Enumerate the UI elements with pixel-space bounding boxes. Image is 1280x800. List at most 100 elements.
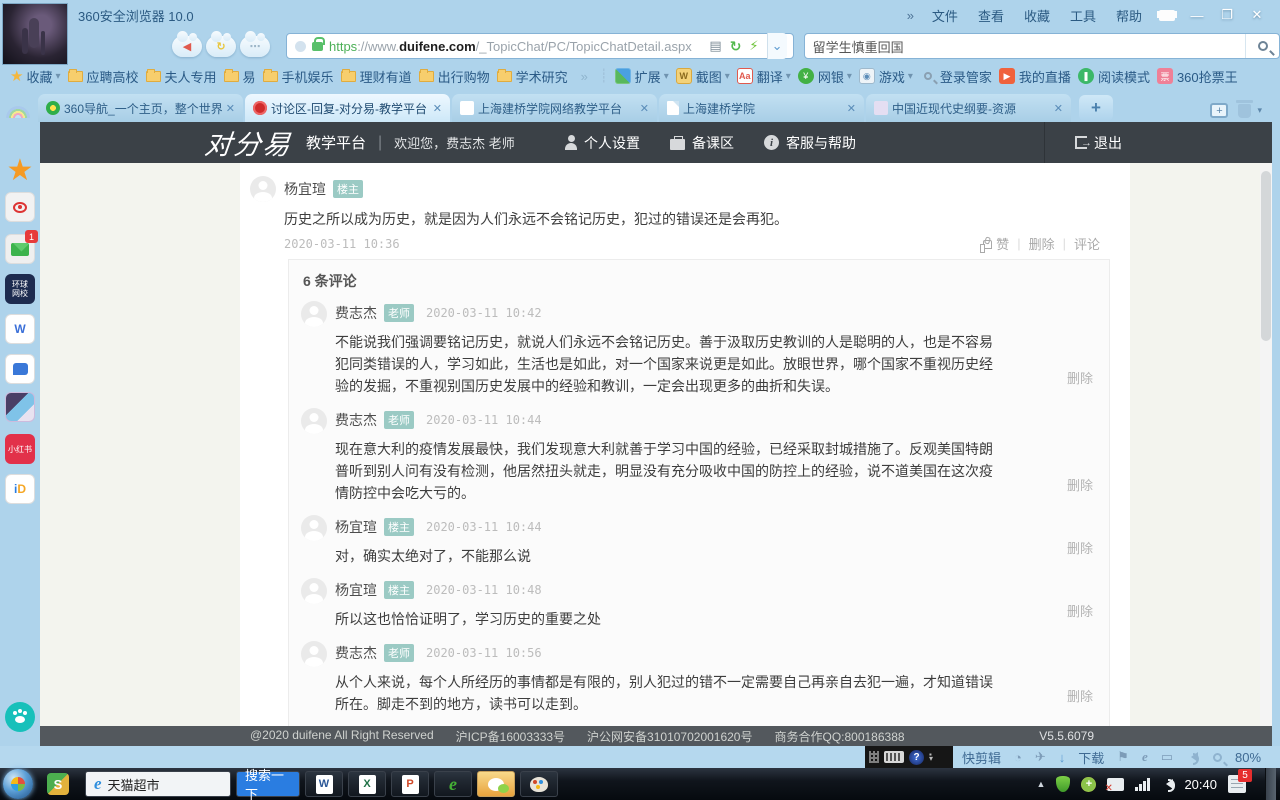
tray-expand-icon[interactable]: ▲ <box>1037 779 1046 789</box>
skin-button[interactable] <box>1152 4 1182 26</box>
tab-close-icon[interactable]: ✕ <box>640 102 649 115</box>
ime-caret-icon[interactable]: ▪▾ <box>929 753 933 761</box>
task-powerpoint[interactable]: P <box>391 771 429 797</box>
star-shortcut-icon[interactable]: ★ <box>5 156 35 186</box>
bookmarks-overflow-icon[interactable]: » <box>581 69 588 84</box>
favorites-button[interactable]: ★收藏▾ <box>0 67 61 86</box>
post-author[interactable]: 杨宜瑄 <box>284 179 326 199</box>
notifications-icon[interactable]: 5 <box>1228 775 1246 793</box>
comment-link[interactable]: 评论 <box>1074 234 1100 253</box>
keyboard-icon[interactable] <box>884 751 904 763</box>
bookmark-folder[interactable]: 出行购物 <box>419 67 490 86</box>
menu-view[interactable]: 查看 <box>978 6 1004 25</box>
nav-lesson-prep[interactable]: 备课区 <box>670 133 734 153</box>
delete-link[interactable]: 删除 <box>1029 234 1055 253</box>
menu-file[interactable]: 文件 <box>932 6 958 25</box>
network-error-icon[interactable] <box>1107 778 1124 791</box>
ime-bar[interactable]: ? ▪▾ <box>865 746 953 768</box>
url-text[interactable]: https://www.duifene.com/_TopicChat/PC/To… <box>329 39 701 54</box>
comment-delete-link[interactable]: 删除 <box>1067 538 1093 557</box>
task-excel[interactable]: X <box>348 771 386 797</box>
game-app-icon[interactable] <box>5 392 35 422</box>
tool-extensions[interactable]: 扩展▾ <box>615 67 669 86</box>
word-doc-icon[interactable]: W <box>5 314 35 344</box>
avatar[interactable] <box>301 301 327 327</box>
icp-text[interactable]: 沪ICP备16003333号 <box>456 728 565 745</box>
tool-my-live[interactable]: ▶我的直播 <box>999 67 1071 86</box>
minimize-button[interactable]: — <box>1182 4 1212 26</box>
bookmark-folder[interactable]: 手机娱乐 <box>263 67 334 86</box>
tool-ebank[interactable]: ¥网银▾ <box>798 67 852 86</box>
netschool-icon[interactable]: 环球网校 <box>5 274 35 304</box>
tab-close-icon[interactable]: ✕ <box>1054 102 1063 115</box>
360-plus-icon[interactable]: + <box>1081 777 1096 792</box>
chevron-down-icon[interactable]: ▾ <box>1257 105 1262 116</box>
avatar[interactable] <box>250 176 276 202</box>
search-box[interactable] <box>804 33 1280 59</box>
window-mode-icon[interactable]: ▭ <box>1161 749 1173 765</box>
weibo-icon[interactable] <box>5 192 35 222</box>
task-360-browser[interactable]: e <box>434 771 472 797</box>
police-text[interactable]: 沪公网安备31010702001620号 <box>587 728 752 745</box>
tab-jianqiao[interactable]: 上海建桥学院✕ <box>659 94 864 122</box>
thumbs-up-icon[interactable] <box>983 240 992 249</box>
maximize-button[interactable]: ❐ <box>1212 4 1242 26</box>
comment-author[interactable]: 费志杰 <box>335 303 377 323</box>
tab-jianqiao-platform[interactable]: 上海建桥学院网络教学平台✕ <box>452 94 657 122</box>
task-tmall[interactable]: e天猫超市 <box>85 771 231 797</box>
comment-delete-link[interactable]: 删除 <box>1067 601 1093 620</box>
tab-360nav[interactable]: 360导航_一个主页，整个世界✕ <box>38 94 243 122</box>
address-bar[interactable]: https://www.duifene.com/_TopicChat/PC/To… <box>286 33 794 59</box>
menu-tools[interactable]: 工具 <box>1070 6 1096 25</box>
scrollbar-thumb[interactable] <box>1261 171 1271 341</box>
comment-author[interactable]: 杨宜瑄 <box>335 580 377 600</box>
tool-password-manager[interactable]: 登录管家 <box>920 67 992 86</box>
scrollbar[interactable] <box>1260 163 1272 726</box>
menu-favorites[interactable]: 收藏 <box>1024 6 1050 25</box>
signal-bars-icon[interactable] <box>1135 778 1150 791</box>
nav-logout[interactable]: 退出 <box>1075 133 1122 153</box>
comment-delete-link[interactable]: 删除 <box>1067 686 1093 705</box>
bookmark-folder[interactable]: 夫人专用 <box>146 67 217 86</box>
back-button[interactable]: ◀ <box>172 36 202 57</box>
page-refresh-icon[interactable]: ↻ <box>730 38 742 55</box>
menu-overflow-icon[interactable]: » <box>907 8 914 23</box>
clock[interactable]: 20:40 <box>1184 777 1217 792</box>
comment-author[interactable]: 杨宜瑄 <box>335 517 377 537</box>
reading-mode-icon[interactable]: ▤ <box>709 38 721 54</box>
browser-skin-avatar[interactable] <box>2 3 68 65</box>
quick-clip-link[interactable]: 快剪辑 <box>962 748 1001 767</box>
bookmark-folder[interactable]: 易 <box>224 67 256 86</box>
search-input[interactable] <box>805 39 1245 54</box>
speed-mode-icon[interactable]: ⚡ <box>749 38 758 54</box>
avatar[interactable] <box>301 641 327 667</box>
tool-games[interactable]: ◉游戏▾ <box>859 67 913 86</box>
refresh-button[interactable]: ↻ <box>206 36 236 57</box>
ie-mode-icon[interactable]: e <box>1142 749 1148 765</box>
start-button[interactable] <box>3 769 33 799</box>
xiaohongshu-icon[interactable]: 小红书 <box>5 434 35 464</box>
like-link[interactable]: 赞 <box>996 234 1009 253</box>
menu-help[interactable]: 帮助 <box>1116 6 1142 25</box>
rainbow-icon[interactable] <box>6 106 30 118</box>
task-wechat-active[interactable] <box>477 771 515 797</box>
bookmark-folder[interactable]: 理财有道 <box>341 67 412 86</box>
tool-translate[interactable]: Aa翻译▾ <box>737 67 791 86</box>
tab-close-icon[interactable]: ✕ <box>847 102 856 115</box>
tool-ticket-grabber[interactable]: 票360抢票王 <box>1157 67 1238 86</box>
comment-delete-link[interactable]: 删除 <box>1067 475 1093 494</box>
mail-icon[interactable]: 1 <box>5 234 35 264</box>
task-search-button[interactable]: 搜索一下 <box>236 771 300 797</box>
pin-icon[interactable]: ✈ <box>1035 749 1046 765</box>
close-button[interactable]: ✕ <box>1242 4 1272 26</box>
search-button[interactable] <box>1245 34 1279 58</box>
more-nav-button[interactable]: ⋯ <box>240 36 270 57</box>
nav-personal-settings[interactable]: 个人设置 <box>565 133 640 153</box>
trash-icon[interactable] <box>1238 104 1251 118</box>
avatar[interactable] <box>301 408 327 434</box>
compass-icon[interactable]: ◔ <box>1014 750 1022 765</box>
bookmark-folder[interactable]: 学术研究 <box>497 67 568 86</box>
site-logo[interactable]: 对分易 <box>203 123 294 162</box>
comment-author[interactable]: 费志杰 <box>335 410 377 430</box>
flag-icon[interactable]: ⚑ <box>1117 749 1129 765</box>
